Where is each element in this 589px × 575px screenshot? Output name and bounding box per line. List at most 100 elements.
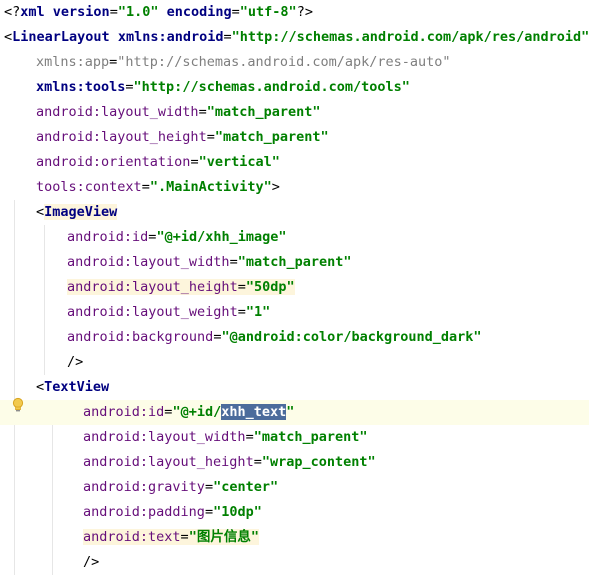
selected-text: xhh_text: [221, 404, 287, 420]
code-token: android:: [83, 429, 149, 445]
code-line[interactable]: android:gravity="center": [0, 475, 589, 500]
code-token: >: [271, 179, 280, 195]
code-token: "1.0": [117, 4, 159, 20]
code-token: <?: [4, 4, 21, 20]
code-token: "图片信息": [188, 529, 259, 545]
code-token: =: [223, 29, 232, 45]
code-token: =: [204, 479, 214, 495]
code-line-content: xmlns:tools="http://schemas.android.com/…: [36, 75, 410, 100]
code-token: android:: [36, 104, 102, 120]
code-line-content: android:layout_height="wrap_content": [83, 450, 376, 475]
code-line-content: android:id="@+id/xhh_text": [83, 400, 294, 425]
code-line[interactable]: <?xml version="1.0" encoding="utf-8"?>: [0, 0, 589, 25]
code-token: "http://schemas.android.com/apk/res/andr…: [231, 29, 589, 45]
code-line[interactable]: android:layout_height="wrap_content": [0, 450, 589, 475]
code-line-content: android:layout_width="match_parent": [36, 100, 321, 125]
code-token: <: [4, 29, 13, 45]
code-line-content: <LinearLayout xmlns:android="http://sche…: [4, 25, 589, 50]
code-token: ": [286, 404, 295, 420]
code-token: />: [83, 554, 100, 570]
code-line[interactable]: android:layout_height="match_parent": [0, 125, 589, 150]
code-token: android:: [67, 229, 133, 245]
code-token: =: [231, 4, 240, 20]
code-token: layout_height: [132, 279, 238, 295]
lightbulb-icon[interactable]: [11, 397, 25, 415]
code-token: <: [36, 379, 45, 395]
code-token: android:: [83, 454, 149, 470]
code-line[interactable]: <ImageView: [0, 200, 589, 225]
code-token: text: [148, 529, 181, 545]
code-token: =: [125, 79, 134, 95]
code-line[interactable]: <TextView: [0, 375, 589, 400]
code-token: =: [204, 504, 214, 520]
code-token: context: [84, 179, 142, 195]
code-token: =: [109, 4, 118, 20]
code-line[interactable]: xmlns:app="http://schemas.android.com/ap…: [0, 50, 589, 75]
code-token: =: [180, 529, 189, 545]
code-line[interactable]: android:layout_weight="1": [0, 300, 589, 325]
code-line[interactable]: android:text="图片信息": [0, 525, 589, 550]
code-token: android:: [83, 479, 149, 495]
code-token: android:: [83, 504, 149, 520]
code-token: orientation: [101, 154, 191, 170]
code-token: />: [67, 354, 84, 370]
code-token: layout_width: [148, 429, 246, 445]
code-token: "center": [213, 479, 279, 495]
code-line[interactable]: android:layout_height="50dp": [0, 275, 589, 300]
code-token: ?>: [296, 4, 313, 20]
code-line-content: tools:context=".MainActivity">: [36, 175, 280, 200]
code-token: id: [132, 229, 149, 245]
code-token: =: [190, 154, 199, 170]
code-line[interactable]: android:layout_width="match_parent": [0, 425, 589, 450]
code-token: android:: [36, 154, 102, 170]
code-line-content: android:id="@+id/xhh_image": [67, 225, 286, 250]
code-token: "@+id/xhh_image": [156, 229, 287, 245]
code-token: android:: [36, 129, 102, 145]
code-token: <: [36, 204, 45, 220]
code-line-content: android:gravity="center": [83, 475, 278, 500]
code-token: "@+id/: [172, 404, 222, 420]
code-line-content: android:layout_height="match_parent": [36, 125, 329, 150]
code-line[interactable]: android:background="@android:color/backg…: [0, 325, 589, 350]
code-token: xmlns:tools: [36, 79, 126, 95]
code-token: layout_width: [132, 254, 230, 270]
code-line[interactable]: android:id="@+id/xhh_image": [0, 225, 589, 250]
code-token: version: [52, 4, 110, 20]
code-token: android:: [83, 404, 149, 420]
code-line[interactable]: xmlns:tools="http://schemas.android.com/…: [0, 75, 589, 100]
code-line-current[interactable]: android:id="@+id/xhh_text": [0, 400, 589, 425]
code-token: ImageView: [44, 204, 118, 220]
code-token: "match_parent": [206, 104, 321, 120]
code-token: "10dp": [213, 504, 262, 520]
code-token: "match_parent": [237, 254, 352, 270]
code-token: layout_height: [101, 129, 207, 145]
code-token: android:: [67, 304, 133, 320]
code-line[interactable]: android:padding="10dp": [0, 500, 589, 525]
code-token: "match_parent": [253, 429, 368, 445]
code-line[interactable]: />: [0, 350, 589, 375]
code-line[interactable]: <LinearLayout xmlns:android="http://sche…: [0, 25, 589, 50]
code-line[interactable]: tools:context=".MainActivity">: [0, 175, 589, 200]
code-token: id: [148, 404, 165, 420]
code-line[interactable]: android:layout_width="match_parent": [0, 250, 589, 275]
code-token: "utf-8": [239, 4, 297, 20]
code-line-content: android:orientation="vertical": [36, 150, 280, 175]
code-line[interactable]: android:layout_width="match_parent": [0, 100, 589, 125]
code-token: =: [245, 429, 254, 445]
code-line[interactable]: />: [0, 550, 589, 575]
code-line-content: android:layout_width="match_parent": [67, 250, 352, 275]
code-line-content: android:padding="10dp": [83, 500, 262, 525]
code-token: tools:: [36, 179, 85, 195]
code-token: encoding: [166, 4, 232, 20]
code-line-content: xmlns:app="http://schemas.android.com/ap…: [36, 50, 451, 75]
code-line-content: android:layout_width="match_parent": [83, 425, 368, 450]
code-editor[interactable]: <?xml version="1.0" encoding="utf-8"?> <L…: [0, 0, 589, 575]
code-token: =: [237, 304, 246, 320]
code-token: layout_width: [101, 104, 199, 120]
code-line[interactable]: android:orientation="vertical": [0, 150, 589, 175]
code-token: android:: [67, 279, 133, 295]
code-token: ".MainActivity": [149, 179, 272, 195]
code-token: "vertical": [198, 154, 280, 170]
code-token: =: [198, 104, 207, 120]
